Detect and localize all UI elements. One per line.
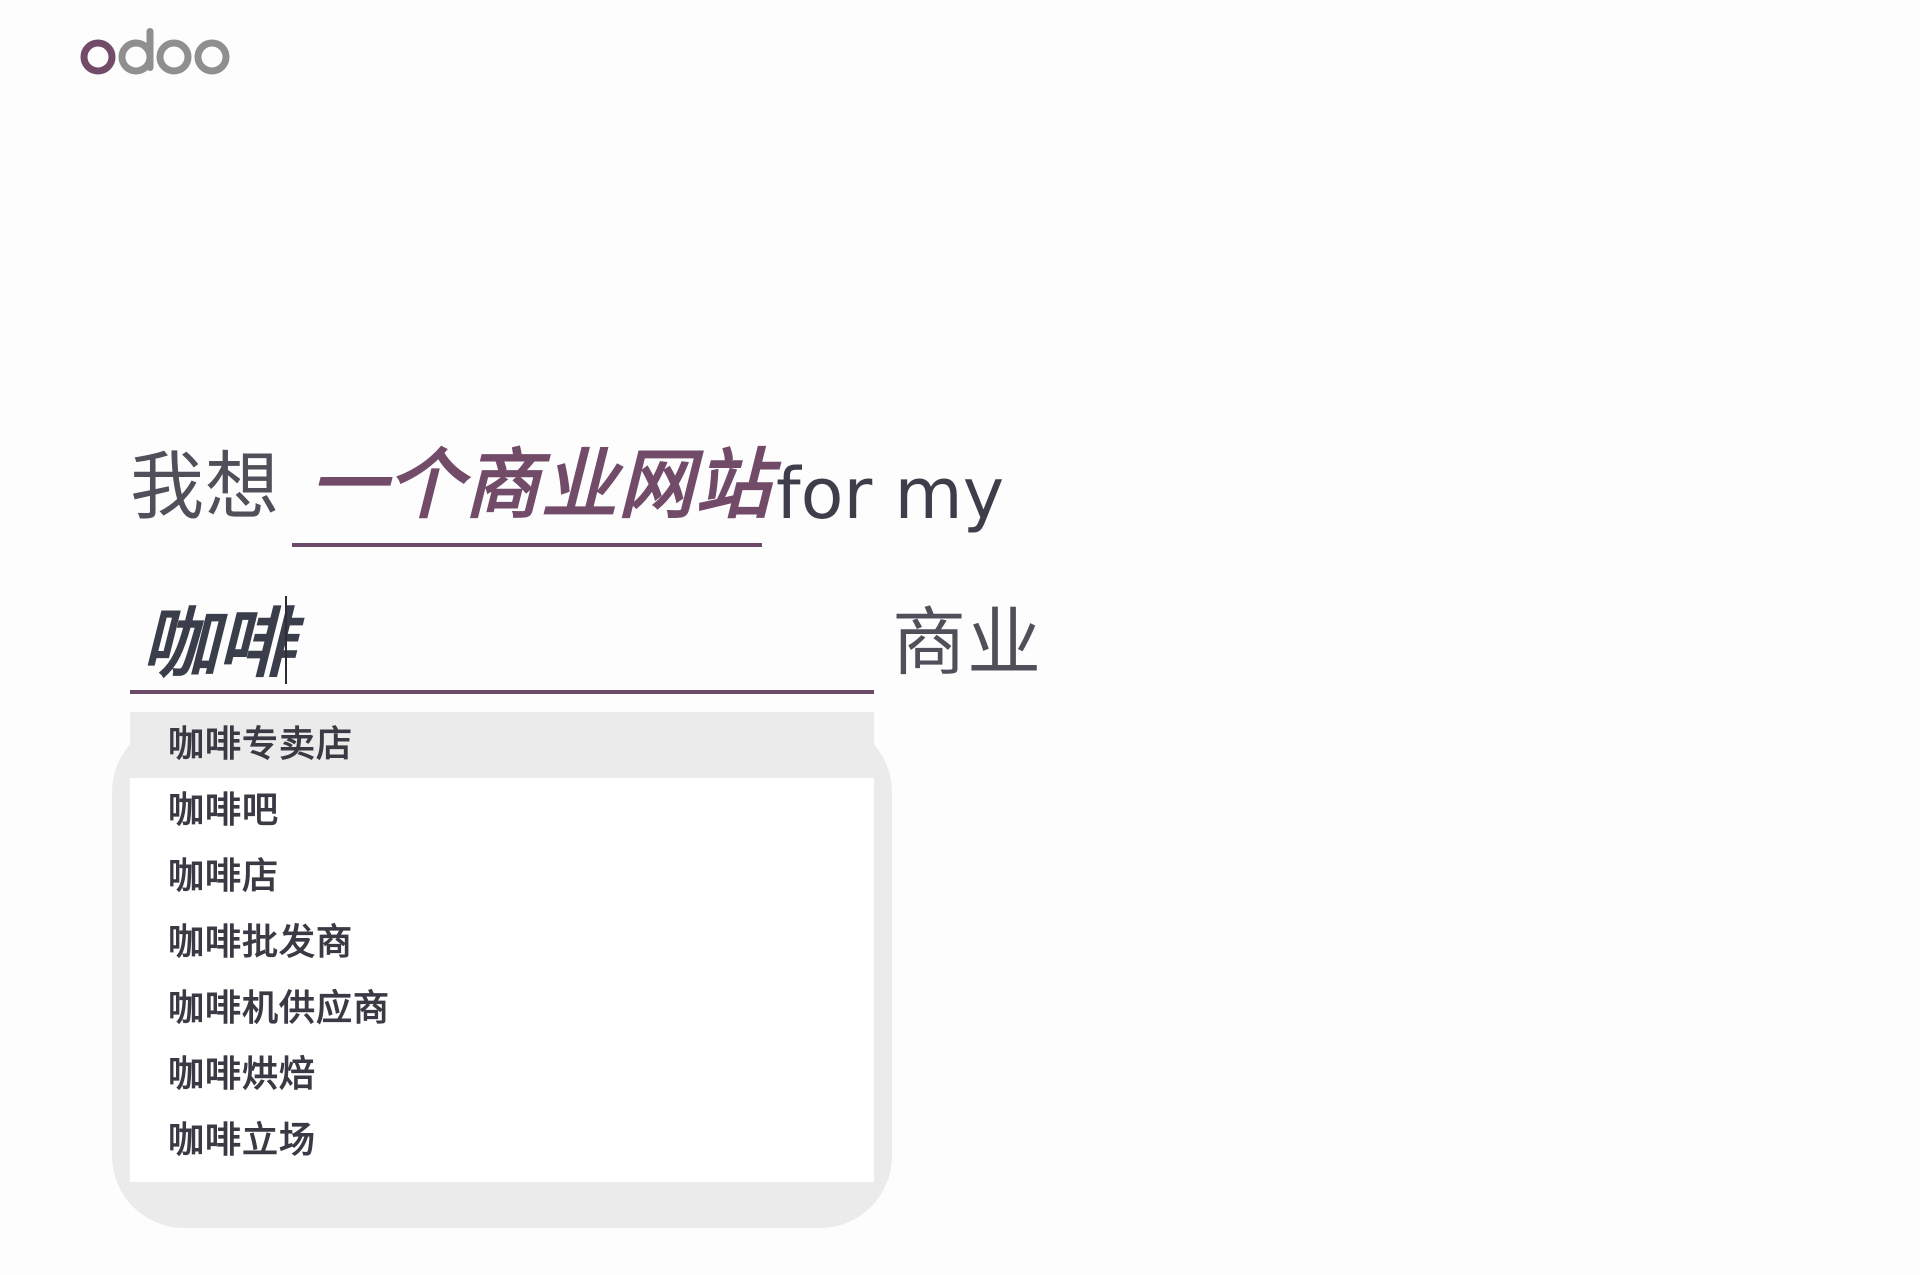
suggestion-item[interactable]: 咖啡烘焙 <box>130 1042 874 1108</box>
suggestion-item[interactable]: 咖啡吧 <box>130 778 874 844</box>
suggestion-item[interactable]: 咖啡店 <box>130 844 874 910</box>
suggestion-item[interactable]: 咖啡专卖店 <box>130 712 874 778</box>
industry-suggestions: 咖啡专卖店 咖啡吧 咖啡店 咖啡批发商 咖啡机供应商 咖啡烘焙 咖啡立场 <box>130 712 874 1182</box>
suggestion-item[interactable]: 咖啡机供应商 <box>130 976 874 1042</box>
industry-suffix: 商业 <box>892 600 1042 686</box>
sentence-prefix: 我想 <box>130 444 280 530</box>
sentence-suffix: for my <box>776 453 1005 535</box>
website-type-select[interactable]: 一个商业网站 <box>292 435 771 547</box>
industry-input[interactable]: 咖啡 <box>130 590 874 694</box>
odoo-logo-icon <box>80 28 230 75</box>
odoo-logo <box>78 26 234 82</box>
suggestion-item[interactable]: 咖啡立场 <box>130 1108 874 1174</box>
text-caret <box>285 596 287 684</box>
website-type-value: 一个商业网站 <box>310 440 772 529</box>
suggestion-item[interactable]: 咖啡批发商 <box>130 910 874 976</box>
industry-input-value: 咖啡 <box>142 599 294 688</box>
